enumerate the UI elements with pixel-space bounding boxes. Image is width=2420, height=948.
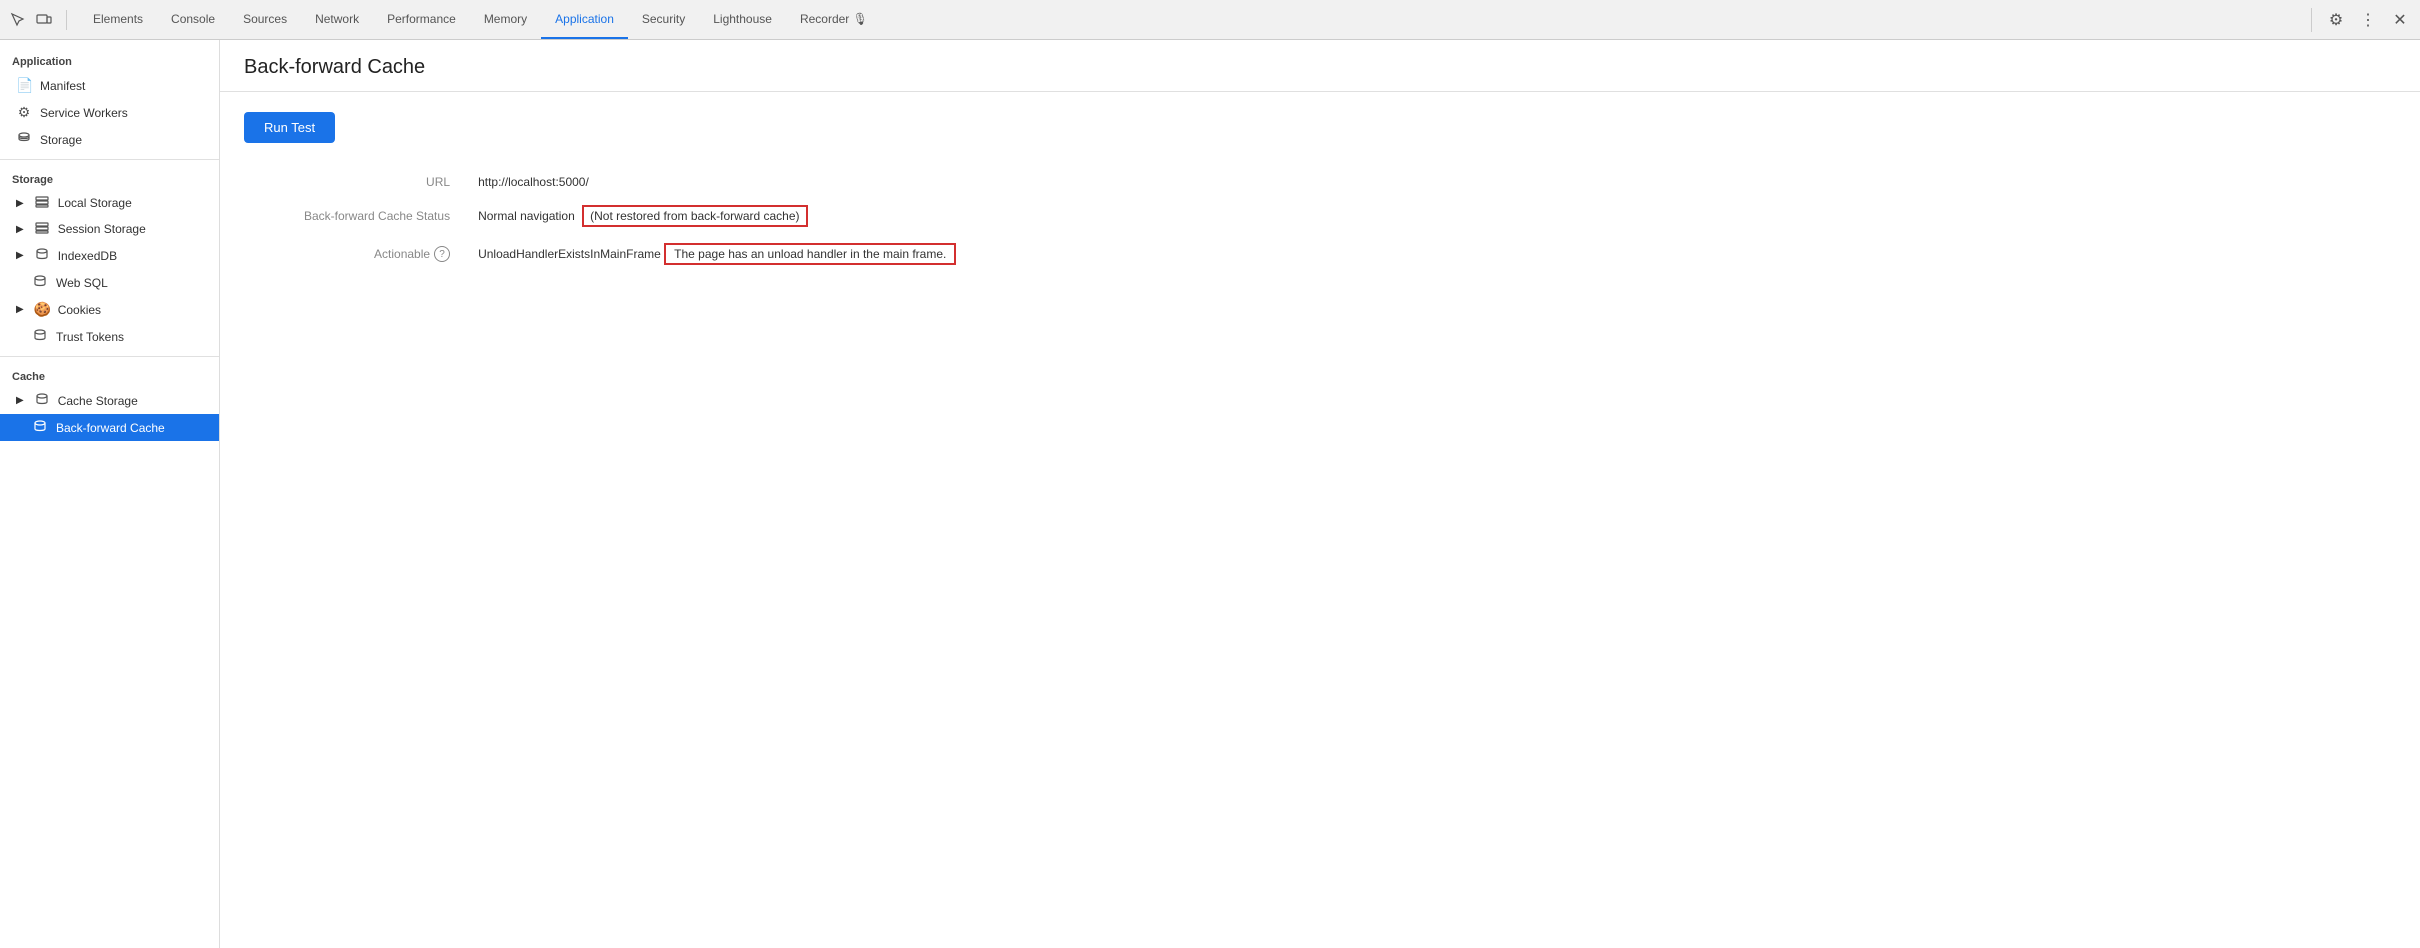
sidebar-item-session-storage[interactable]: ▶ Session Storage: [0, 216, 219, 242]
sidebar-item-cache-storage[interactable]: ▶ Cache Storage: [0, 387, 219, 414]
run-test-button[interactable]: Run Test: [244, 112, 335, 143]
sidebar-item-service-workers-label: Service Workers: [40, 106, 128, 120]
sidebar-item-web-sql-label: Web SQL: [56, 276, 108, 290]
tab-sources[interactable]: Sources: [229, 0, 301, 39]
sidebar-item-storage-app[interactable]: Storage: [0, 126, 219, 153]
content-area: Back-forward Cache Run Test URL http://l…: [220, 40, 2420, 948]
cache-section-title: Cache: [0, 363, 219, 387]
actionable-label: Actionable ?: [244, 235, 470, 273]
tab-bar: Elements Console Sources Network Perform…: [79, 0, 2307, 39]
indexeddb-icon: [34, 247, 50, 264]
cache-status-value: Normal navigation (Not restored from bac…: [470, 197, 964, 235]
tab-recorder[interactable]: Recorder 🎙: [786, 0, 882, 39]
tab-performance[interactable]: Performance: [373, 0, 470, 39]
settings-icon[interactable]: ⚙: [2324, 8, 2348, 32]
sidebar-divider-2: [0, 356, 219, 357]
tab-memory[interactable]: Memory: [470, 0, 541, 39]
web-sql-icon: [32, 274, 48, 291]
actionable-code: UnloadHandlerExistsInMainFrame: [478, 247, 661, 261]
toolbar-divider: [2311, 8, 2312, 32]
url-value: http://localhost:5000/: [470, 167, 964, 197]
sidebar-item-cache-storage-label: Cache Storage: [58, 394, 138, 408]
close-icon[interactable]: ✕: [2388, 8, 2412, 32]
url-label: URL: [244, 167, 470, 197]
cache-storage-icon: [34, 392, 50, 409]
actionable-value: UnloadHandlerExistsInMainFrame The page …: [470, 235, 964, 273]
cookies-icon: 🍪: [34, 301, 50, 318]
help-icon[interactable]: ?: [434, 246, 450, 262]
sidebar-item-manifest[interactable]: 📄 Manifest: [0, 72, 219, 99]
sidebar-item-cookies-label: Cookies: [58, 303, 101, 317]
manifest-icon: 📄: [16, 77, 32, 94]
tab-lighthouse[interactable]: Lighthouse: [699, 0, 786, 39]
device-toggle-icon[interactable]: [34, 10, 54, 30]
chevron-session-storage-icon: ▶: [16, 224, 24, 235]
content-body: Run Test URL http://localhost:5000/ Back…: [220, 92, 2420, 293]
cache-status-normal: Normal navigation: [478, 209, 575, 223]
sidebar-item-trust-tokens[interactable]: Trust Tokens: [0, 323, 219, 350]
sidebar-item-cookies[interactable]: ▶ 🍪 Cookies: [0, 296, 219, 323]
chevron-cache-storage-icon: ▶: [16, 395, 24, 406]
sidebar-item-web-sql[interactable]: Web SQL: [0, 269, 219, 296]
content-header: Back-forward Cache: [220, 40, 2420, 92]
storage-section-title: Storage: [0, 166, 219, 190]
toolbar: Elements Console Sources Network Perform…: [0, 0, 2420, 40]
sidebar-divider-1: [0, 159, 219, 160]
chevron-local-storage-icon: ▶: [16, 198, 24, 209]
toolbar-left-icons: [8, 10, 67, 30]
sidebar-item-storage-app-label: Storage: [40, 133, 82, 147]
sidebar-item-trust-tokens-label: Trust Tokens: [56, 330, 124, 344]
sidebar-item-back-forward-cache[interactable]: Back-forward Cache: [0, 414, 219, 441]
sidebar-item-service-workers[interactable]: ⚙ Service Workers: [0, 99, 219, 126]
sidebar-item-back-forward-cache-label: Back-forward Cache: [56, 421, 165, 435]
main-layout: Application 📄 Manifest ⚙ Service Workers…: [0, 40, 2420, 948]
chevron-indexeddb-icon: ▶: [16, 250, 24, 261]
tab-network[interactable]: Network: [301, 0, 373, 39]
tab-console[interactable]: Console: [157, 0, 229, 39]
sidebar-item-indexeddb[interactable]: ▶ IndexedDB: [0, 242, 219, 269]
url-row: URL http://localhost:5000/: [244, 167, 964, 197]
actionable-detail: The page has an unload handler in the ma…: [664, 243, 956, 265]
local-storage-icon: [34, 195, 50, 211]
page-title: Back-forward Cache: [244, 56, 2396, 79]
tab-application[interactable]: Application: [541, 0, 628, 39]
storage-app-icon: [16, 131, 32, 148]
back-forward-cache-icon: [32, 419, 48, 436]
info-table: URL http://localhost:5000/ Back-forward …: [244, 167, 964, 273]
sidebar-item-manifest-label: Manifest: [40, 79, 85, 93]
sidebar-item-session-storage-label: Session Storage: [58, 222, 146, 236]
tab-elements[interactable]: Elements: [79, 0, 157, 39]
cache-status-label: Back-forward Cache Status: [244, 197, 470, 235]
tab-security[interactable]: Security: [628, 0, 699, 39]
select-element-icon[interactable]: [8, 10, 28, 30]
cache-status-detail: (Not restored from back-forward cache): [582, 205, 807, 227]
actionable-row: Actionable ? UnloadHandlerExistsInMainFr…: [244, 235, 964, 273]
more-icon[interactable]: ⋮: [2356, 8, 2380, 32]
trust-tokens-icon: [32, 328, 48, 345]
chevron-cookies-icon: ▶: [16, 304, 24, 315]
sidebar: Application 📄 Manifest ⚙ Service Workers…: [0, 40, 220, 948]
sidebar-item-local-storage-label: Local Storage: [58, 196, 132, 210]
application-section-title: Application: [0, 48, 219, 72]
session-storage-icon: [34, 221, 50, 237]
cache-status-row: Back-forward Cache Status Normal navigat…: [244, 197, 964, 235]
sidebar-item-indexeddb-label: IndexedDB: [58, 249, 117, 263]
toolbar-right-actions: ⚙ ⋮ ✕: [2307, 8, 2412, 32]
sidebar-item-local-storage[interactable]: ▶ Local Storage: [0, 190, 219, 216]
service-workers-icon: ⚙: [16, 104, 32, 121]
